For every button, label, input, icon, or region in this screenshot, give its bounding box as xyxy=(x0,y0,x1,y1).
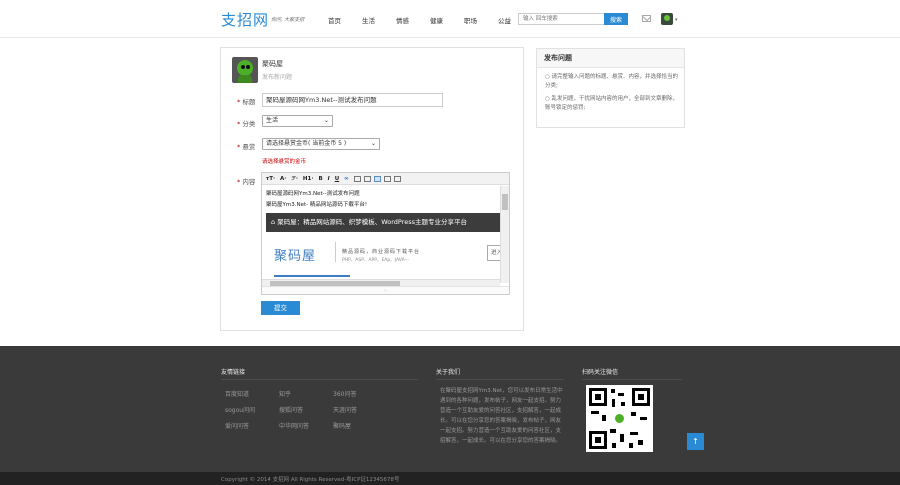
nav-item-emotion[interactable]: 情感 xyxy=(396,15,409,25)
sidebar-tips: 发布问题 ○ 请完整输入问题的标题、悬赏、内容，并选择恰当的分类; ○ 乱发问题… xyxy=(536,48,685,128)
friend-links-title: 友情链接 xyxy=(221,369,246,376)
align-center-icon[interactable] xyxy=(383,175,391,182)
divider xyxy=(221,379,418,380)
reward-select[interactable]: 请选择悬赏金币( 当前金币 5 ) ⌄ xyxy=(262,138,380,150)
footer: 友情链接 百度知道 知乎 360问答 sogou问问 搜狐问答 天涯问答 爱问问… xyxy=(0,346,900,472)
editor-tech-list: PHP、ASP、APP、EAp、JAVA··· xyxy=(342,258,409,263)
wechat-title: 扫码关注微信 xyxy=(582,369,619,376)
heading-button[interactable]: H1· xyxy=(303,176,314,182)
rich-text-editor[interactable]: ᴛT· A· ℱ· H1· B I U ∞ 聚码屋源码网Ym3.Net--测试发… xyxy=(261,172,510,295)
site-logo[interactable]: 支招网 xyxy=(221,9,269,30)
font-size-button[interactable]: ᴛT· xyxy=(266,176,275,182)
divider xyxy=(582,379,682,380)
user-subtitle: 发布新问题 xyxy=(262,74,293,81)
friend-link[interactable]: 天涯问答 xyxy=(333,405,357,414)
italic-button[interactable]: I xyxy=(328,176,330,182)
vertical-scrollbar[interactable] xyxy=(500,186,509,283)
horizontal-scrollbar[interactable] xyxy=(262,279,500,286)
reward-error-text: 请选择悬赏的金币 xyxy=(262,159,307,165)
title-field[interactable]: 聚码屋源码网Ym3.Net--测试发布问题 xyxy=(262,93,443,107)
site-slogan: 你问, 大家支招 xyxy=(271,17,305,23)
friend-link[interactable]: 聚码屋 xyxy=(333,421,351,430)
friend-link[interactable]: 百度知道 xyxy=(225,389,249,398)
user-avatar[interactable] xyxy=(661,13,673,25)
resize-handle[interactable]: ⁘ xyxy=(262,286,509,294)
editor-banner: ⌂ 聚码屋：精品网站源码、织梦模板、WordPress主题专业分享平台 xyxy=(266,213,501,232)
friend-link[interactable]: 360问答 xyxy=(333,389,356,398)
reward-label: * 悬赏 xyxy=(237,143,256,151)
editor-line-1: 聚码屋源码网Ym3.Net--测试发布问题 xyxy=(266,191,360,197)
copyright-text: Copyright © 2014 支招网 All Rights Reserved… xyxy=(221,477,400,483)
category-select[interactable]: 生活 ⌄ xyxy=(262,115,333,127)
nav-item-home[interactable]: 首页 xyxy=(328,15,341,25)
nav-item-charity[interactable]: 公益 xyxy=(498,15,511,25)
table-icon[interactable] xyxy=(363,175,371,182)
user-name: 聚码屋 xyxy=(262,60,283,68)
friend-link[interactable]: 知乎 xyxy=(279,389,291,398)
divider xyxy=(274,275,350,277)
friend-link[interactable]: sogou问问 xyxy=(225,405,255,414)
divider xyxy=(335,242,336,262)
wechat-icon xyxy=(614,413,625,424)
copyright-bar xyxy=(0,472,900,485)
chevron-down-icon: ⌄ xyxy=(323,117,329,124)
image-icon[interactable] xyxy=(353,175,361,182)
sidebar-title: 发布问题 xyxy=(537,49,684,68)
category-label: * 分类 xyxy=(237,120,256,128)
editor-line-2: 聚码屋Ym3.Net- 精品网站源码下载平台! xyxy=(266,202,368,208)
divider xyxy=(436,379,564,380)
top-header: 支招网 你问, 大家支招 首页 生活 情感 健康 职场 公益 搜索 ▾ xyxy=(0,0,900,38)
about-title: 关于我们 xyxy=(436,369,461,376)
nav-item-health[interactable]: 健康 xyxy=(430,15,443,25)
editor-tagline: 精品源码，商业源码下载平台 xyxy=(342,249,421,255)
avatar xyxy=(232,57,258,83)
align-left-icon[interactable] xyxy=(373,175,381,182)
bold-button[interactable]: B xyxy=(318,176,322,182)
font-family-button[interactable]: ℱ· xyxy=(291,176,298,182)
about-text: 在聚码屋支招网Ym3.Net，您可以发布日常生活中遇到的各种问题，发布帖子，网友… xyxy=(440,388,563,444)
sidebar-tip: ○ 请完整输入问题的标题、悬赏、内容，并选择恰当的分类; xyxy=(545,74,679,89)
font-color-button[interactable]: A· xyxy=(280,176,286,182)
search-input[interactable] xyxy=(518,13,605,25)
friend-link[interactable]: 爱问问答 xyxy=(225,421,249,430)
main-nav: 首页 生活 情感 健康 职场 公益 xyxy=(328,15,532,25)
wechat-qr-code xyxy=(586,385,653,452)
mail-icon[interactable] xyxy=(642,15,651,22)
friend-link[interactable]: 中华网问答 xyxy=(279,421,309,430)
ask-question-card: 聚码屋 发布新问题 * 标题 聚码屋源码网Ym3.Net--测试发布问题 * 分… xyxy=(220,47,524,331)
editor-toolbar: ᴛT· A· ℱ· H1· B I U ∞ xyxy=(262,173,509,185)
chevron-down-icon[interactable]: ▾ xyxy=(675,17,678,23)
submit-button[interactable]: 提交 xyxy=(261,301,300,315)
underline-button[interactable]: U xyxy=(335,176,339,182)
content-label: * 内容 xyxy=(237,178,256,186)
sidebar-tip: ○ 乱发问题，干扰网站内容的用户，全部到文章删除，账号锁定的惩罚; xyxy=(545,96,679,111)
search-button[interactable]: 搜索 xyxy=(604,13,628,25)
friend-link[interactable]: 搜狐问答 xyxy=(279,405,303,414)
nav-item-career[interactable]: 职场 xyxy=(464,15,477,25)
link-button[interactable]: ∞ xyxy=(344,176,349,182)
editor-logo-text: 聚码屋 xyxy=(274,249,317,264)
align-right-icon[interactable] xyxy=(393,175,401,182)
title-label: * 标题 xyxy=(237,98,256,106)
chevron-down-icon: ⌄ xyxy=(370,140,376,147)
nav-item-life[interactable]: 生活 xyxy=(362,15,375,25)
back-to-top-button[interactable]: ↑ xyxy=(687,433,704,450)
